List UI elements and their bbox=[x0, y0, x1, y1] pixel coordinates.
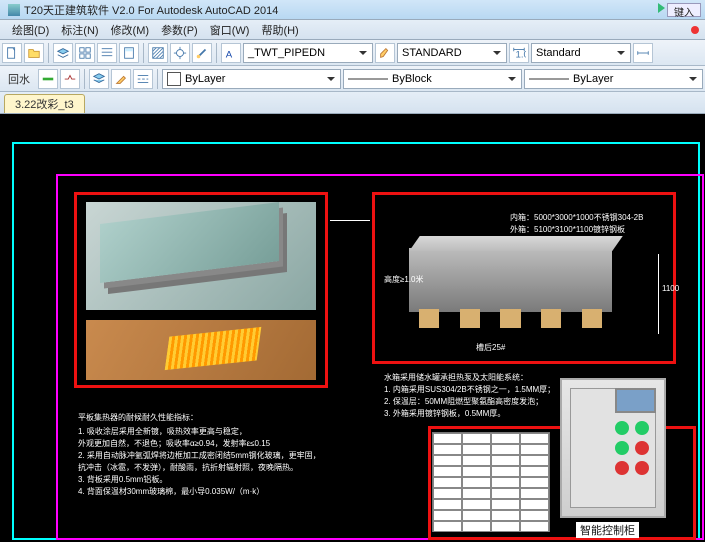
layer-props-icon[interactable] bbox=[53, 43, 73, 63]
row2-label: 回水 bbox=[2, 71, 36, 87]
lineweight-combo[interactable]: ByLayer bbox=[524, 69, 703, 89]
linetype-combo[interactable]: _TWT_PIPEDN bbox=[243, 43, 373, 63]
chevron-down-icon bbox=[614, 46, 628, 60]
record-icon bbox=[691, 26, 699, 34]
panel-spec-3: 3. 背板采用0.5mm铝板。 bbox=[78, 474, 378, 486]
open-icon[interactable] bbox=[24, 43, 44, 63]
lineweight-value: ByLayer bbox=[573, 73, 613, 85]
panel-spec-head: 平板集热器的耐候耐久性能指标： bbox=[78, 412, 348, 424]
toolbar-row-2: 回水 ByLayer ByBlock ByLayer bbox=[0, 66, 705, 92]
toolbar-row-1: A _TWT_PIPEDN STANDARD 1.0 Standard bbox=[0, 40, 705, 66]
play-icon[interactable] bbox=[658, 3, 665, 13]
keyword-input[interactable]: 键入 bbox=[667, 3, 701, 17]
dimstyle-combo[interactable]: Standard bbox=[531, 43, 631, 63]
chevron-down-icon bbox=[490, 46, 504, 60]
tank-spec-3: 3. 外箱采用镀锌钢板，0.5MM厚。 bbox=[384, 408, 604, 420]
pipe-icon[interactable] bbox=[38, 69, 58, 89]
menu-window[interactable]: 窗口(W) bbox=[204, 22, 256, 38]
svg-text:A: A bbox=[226, 49, 233, 60]
panel-spec-4: 4. 背面保温材30mm玻璃棉，最小导0.035W/（m·k） bbox=[78, 486, 378, 498]
chevron-down-icon bbox=[324, 72, 338, 86]
cabinet-label: 智能控制柜 bbox=[576, 522, 639, 538]
tank-spec-head: 水箱采用储水罐承担热泵及太阳能系统： bbox=[384, 372, 604, 384]
chevron-down-icon bbox=[505, 72, 519, 86]
spec-table bbox=[432, 432, 550, 532]
leader-line bbox=[330, 220, 370, 221]
drawing-solar-panel bbox=[86, 202, 316, 310]
color-combo[interactable]: ByLayer bbox=[162, 69, 341, 89]
dimstyle-value: Standard bbox=[536, 47, 581, 59]
menu-draw[interactable]: 绘图(D) bbox=[6, 22, 55, 38]
panel-spec-2: 2. 采用自动脉冲氩弧焊将边框加工成密闭结5mm钢化玻璃，更牢固， bbox=[78, 450, 398, 462]
matchprop-icon[interactable] bbox=[111, 69, 131, 89]
valve-icon[interactable] bbox=[60, 69, 80, 89]
dim-icon[interactable]: 1.0 bbox=[509, 43, 529, 63]
tank-note-1: 内箱：5000*3000*1000不锈钢304-2B bbox=[510, 212, 643, 224]
brush-icon[interactable] bbox=[375, 43, 395, 63]
panel-spec-1b: 外观更加自然，不退色；吸收率α≥0.94，发射率ε≤0.15 bbox=[78, 438, 378, 450]
chevron-down-icon bbox=[356, 46, 370, 60]
svg-text:1.0: 1.0 bbox=[516, 49, 527, 60]
prefs-icon[interactable] bbox=[170, 43, 190, 63]
menu-dim[interactable]: 标注(N) bbox=[55, 22, 104, 38]
app-icon bbox=[8, 4, 20, 16]
linetype2-combo[interactable]: ByBlock bbox=[343, 69, 522, 89]
window-title: T20天正建筑软件 V2.0 For Autodesk AutoCAD 2014 bbox=[24, 2, 278, 18]
new-icon[interactable] bbox=[2, 43, 22, 63]
model-viewport[interactable]: 1100 内箱：5000*3000*1000不锈钢304-2B 外箱：5100*… bbox=[0, 114, 705, 542]
menu-param[interactable]: 参数(P) bbox=[155, 22, 204, 38]
hatch-icon[interactable] bbox=[148, 43, 168, 63]
layers-icon[interactable] bbox=[89, 69, 109, 89]
tank-spec-2: 2. 保温层：50MM阻燃型聚氨酯高密度发泡； bbox=[384, 396, 604, 408]
text-icon[interactable]: A bbox=[221, 43, 241, 63]
menu-modify[interactable]: 修改(M) bbox=[105, 22, 156, 38]
tab-strip: 3.22改彩_t3 bbox=[0, 92, 705, 114]
textstyle-value: STANDARD bbox=[402, 47, 462, 59]
chevron-down-icon bbox=[686, 72, 700, 86]
drawing-panel-base bbox=[86, 320, 316, 380]
title-bar: T20天正建筑软件 V2.0 For Autodesk AutoCAD 2014… bbox=[0, 0, 705, 20]
tank-note-left: 高度≥1.0米 bbox=[384, 274, 424, 286]
textstyle-combo[interactable]: STANDARD bbox=[397, 43, 507, 63]
menu-help[interactable]: 帮助(H) bbox=[255, 22, 304, 38]
linetype-value: _TWT_PIPEDN bbox=[248, 47, 325, 59]
panel-spec-1: 1. 吸收涂层采用全新镀，吸热效率更高与稳定， bbox=[78, 426, 378, 438]
color-swatch bbox=[167, 72, 181, 86]
tank-spec-1: 1. 内箱采用SUS304/2B不锈钢之一，1.5MM厚； bbox=[384, 384, 604, 396]
menu-bar: 绘图(D) 标注(N) 修改(M) 参数(P) 窗口(W) 帮助(H) bbox=[0, 20, 705, 40]
list-icon[interactable] bbox=[97, 43, 117, 63]
linetype2-value: ByBlock bbox=[392, 73, 432, 85]
panel-spec-2b: 抗冲击（冰雹，不发弹），耐酸雨，抗折射辐射照，夜晚隔热。 bbox=[78, 462, 398, 474]
style-icon[interactable] bbox=[192, 43, 212, 63]
color-value: ByLayer bbox=[185, 73, 225, 85]
linetype-mgr-icon[interactable] bbox=[133, 69, 153, 89]
dim-settings-icon[interactable] bbox=[633, 43, 653, 63]
calc-icon[interactable] bbox=[119, 43, 139, 63]
drawing-tab[interactable]: 3.22改彩_t3 bbox=[4, 94, 85, 113]
tank-note-bot: 槽后25# bbox=[476, 342, 505, 354]
tank-note-2: 外箱：5100*3100*1100镀锌钢板 bbox=[510, 224, 625, 236]
grid-icon[interactable] bbox=[75, 43, 95, 63]
